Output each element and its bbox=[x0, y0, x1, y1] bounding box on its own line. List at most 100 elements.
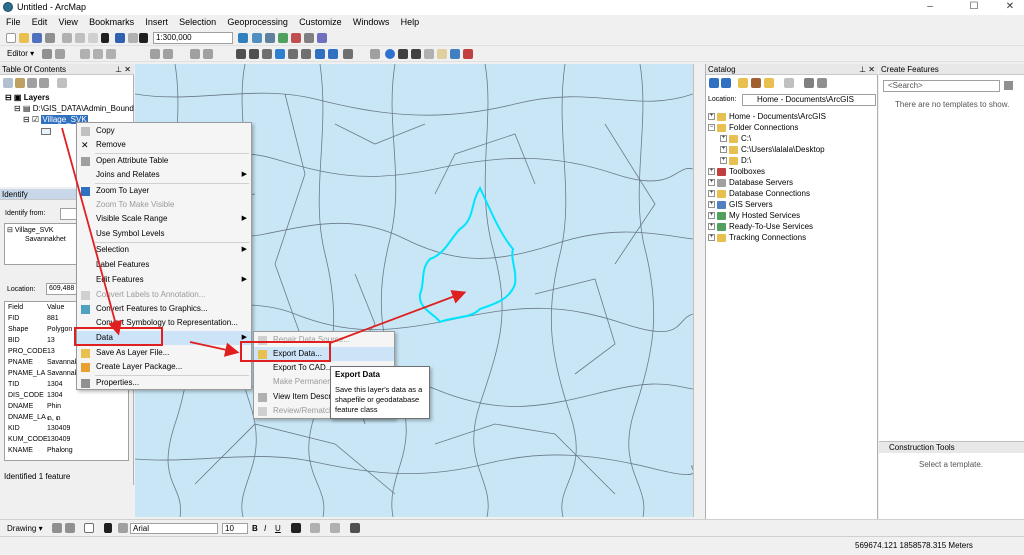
redo-icon[interactable] bbox=[128, 33, 138, 43]
reshape-icon[interactable] bbox=[163, 49, 173, 59]
map-vertical-scrollbar[interactable] bbox=[693, 64, 703, 517]
new-icon[interactable] bbox=[6, 33, 16, 43]
straight-segment-icon[interactable] bbox=[80, 49, 90, 59]
measure-icon[interactable] bbox=[411, 49, 421, 59]
edit-vertices-drawing-icon[interactable] bbox=[118, 523, 128, 533]
menu-insert[interactable]: Insert bbox=[139, 15, 171, 27]
zoom-in-icon[interactable] bbox=[236, 49, 246, 59]
forward-icon[interactable] bbox=[721, 78, 731, 88]
catalog-window-icon[interactable] bbox=[265, 33, 275, 43]
rectangle-icon[interactable] bbox=[84, 523, 94, 533]
catalog-item-toolboxes[interactable]: + Toolboxes bbox=[708, 167, 765, 176]
layer-symbol[interactable] bbox=[41, 128, 51, 135]
options-icon[interactable] bbox=[817, 78, 827, 88]
python-icon[interactable] bbox=[304, 33, 314, 43]
menu-item-zoom-to-layer[interactable]: Zoom To Layer bbox=[77, 184, 251, 198]
catalog-location-select[interactable]: Home - Documents\ArcGIS bbox=[742, 94, 876, 106]
zoom-out-icon[interactable] bbox=[249, 49, 259, 59]
catalog-item-database-connections[interactable]: + Database Connections bbox=[708, 189, 810, 198]
selected-village-polygon[interactable] bbox=[418, 185, 517, 324]
pin-icon[interactable]: ⊥ ✕ bbox=[115, 64, 131, 75]
catalog-item-hosted-services[interactable]: + My Hosted Services bbox=[708, 211, 800, 220]
menu-bookmarks[interactable]: Bookmarks bbox=[83, 15, 137, 27]
catalog-item-gis-servers[interactable]: + GIS Servers bbox=[708, 200, 773, 209]
italic-button[interactable]: I bbox=[264, 524, 266, 533]
menu-item-create-layer-package[interactable]: Create Layer Package... bbox=[77, 360, 251, 374]
catalog-item-home[interactable]: + Home - Documents\ArcGIS bbox=[708, 112, 826, 121]
menu-help[interactable]: Help bbox=[395, 15, 423, 27]
list-by-selection-icon[interactable] bbox=[39, 78, 49, 88]
point-icon[interactable] bbox=[106, 49, 116, 59]
menu-item-joins-relates[interactable]: Joins and Relates ▶ bbox=[77, 168, 251, 182]
toc-options-icon[interactable] bbox=[57, 78, 67, 88]
drawing-menu[interactable]: Drawing ▾ bbox=[7, 524, 43, 533]
menu-item-label-features[interactable]: Label Features bbox=[77, 258, 251, 272]
hyperlink-icon[interactable] bbox=[424, 49, 434, 59]
catalog-item-c-drive[interactable]: + C:\ bbox=[720, 134, 751, 143]
pan-icon[interactable] bbox=[262, 49, 272, 59]
full-extent-icon[interactable] bbox=[275, 49, 285, 59]
line-color-icon[interactable] bbox=[330, 523, 340, 533]
menu-item-convert-features-graphics[interactable]: Convert Features to Graphics... bbox=[77, 302, 251, 316]
editor-menu[interactable]: Editor ▾ bbox=[7, 49, 34, 58]
home-icon[interactable] bbox=[751, 78, 761, 88]
back-extent-icon[interactable] bbox=[315, 49, 325, 59]
up-one-level-icon[interactable] bbox=[738, 78, 748, 88]
save-icon[interactable] bbox=[32, 33, 42, 43]
marker-color-icon[interactable] bbox=[350, 523, 360, 533]
underline-button[interactable]: U bbox=[275, 524, 281, 533]
menu-item-visible-scale-range[interactable]: Visible Scale Range ▶ bbox=[77, 212, 251, 226]
font-color-icon[interactable] bbox=[291, 523, 301, 533]
delete-icon[interactable] bbox=[101, 33, 109, 43]
cut-icon[interactable] bbox=[62, 33, 72, 43]
text-icon[interactable] bbox=[104, 523, 112, 533]
list-by-source-icon[interactable] bbox=[15, 78, 25, 88]
font-size-select[interactable]: 10 bbox=[222, 523, 248, 534]
menu-item-properties[interactable]: Properties... bbox=[77, 376, 251, 390]
identify-icon[interactable] bbox=[385, 49, 395, 59]
menu-windows[interactable]: Windows bbox=[347, 15, 393, 27]
fixed-zoom-out-icon[interactable] bbox=[301, 49, 311, 59]
connect-folder-icon[interactable] bbox=[764, 78, 774, 88]
views-icon[interactable] bbox=[784, 78, 794, 88]
fixed-zoom-in-icon[interactable] bbox=[288, 49, 298, 59]
attributes-icon[interactable] bbox=[190, 49, 200, 59]
bold-button[interactable]: B bbox=[252, 524, 258, 533]
undo-icon[interactable] bbox=[115, 33, 125, 43]
select-elements-icon[interactable] bbox=[52, 523, 62, 533]
menu-item-copy[interactable]: Copy bbox=[77, 124, 251, 138]
modelbuilder-icon[interactable] bbox=[317, 33, 327, 43]
catalog-item-tracking[interactable]: + Tracking Connections bbox=[708, 233, 806, 242]
menu-item-remove[interactable]: ✕ Remove bbox=[77, 138, 251, 152]
minimize-button[interactable]: – bbox=[910, 0, 950, 15]
pin-icon[interactable]: ⊥ ✕ bbox=[859, 64, 875, 75]
menu-item-use-symbol-levels[interactable]: Use Symbol Levels bbox=[77, 227, 251, 241]
menu-selection[interactable]: Selection bbox=[173, 15, 219, 27]
print-icon[interactable] bbox=[45, 33, 55, 43]
time-slider-icon[interactable] bbox=[463, 49, 473, 59]
forward-extent-icon[interactable] bbox=[328, 49, 338, 59]
template-search-input[interactable]: <Search> bbox=[883, 80, 1000, 92]
arctoolbox-icon[interactable] bbox=[291, 33, 301, 43]
menu-item-save-as-layer-file[interactable]: Save As Layer File... bbox=[77, 346, 251, 360]
menu-edit[interactable]: Edit bbox=[26, 15, 51, 27]
close-button[interactable]: ✕ bbox=[990, 0, 1024, 15]
trace-icon[interactable] bbox=[93, 49, 103, 59]
list-by-drawing-order-icon[interactable] bbox=[3, 78, 13, 88]
clear-selection-icon[interactable] bbox=[370, 49, 380, 59]
menu-file[interactable]: File bbox=[0, 15, 24, 27]
edit-annotation-icon[interactable] bbox=[55, 49, 65, 59]
paste-icon[interactable] bbox=[88, 33, 98, 43]
menu-geoprocessing[interactable]: Geoprocessing bbox=[221, 15, 291, 27]
menu-customize[interactable]: Customize bbox=[293, 15, 345, 27]
list-by-visibility-icon[interactable] bbox=[27, 78, 37, 88]
menu-item-edit-features[interactable]: Edit Features ▶ bbox=[77, 273, 251, 287]
back-icon[interactable] bbox=[709, 78, 719, 88]
organize-templates-icon[interactable] bbox=[1004, 81, 1013, 90]
catalog-item-d-drive[interactable]: + D:\ bbox=[720, 156, 751, 165]
scale-input[interactable]: 1:300,000 bbox=[153, 32, 233, 44]
result-layer[interactable]: ⊟ Village_SVK bbox=[7, 226, 54, 234]
rotate-icon[interactable] bbox=[65, 523, 75, 533]
go-to-xy-icon[interactable] bbox=[450, 49, 460, 59]
copy-icon[interactable] bbox=[75, 33, 85, 43]
